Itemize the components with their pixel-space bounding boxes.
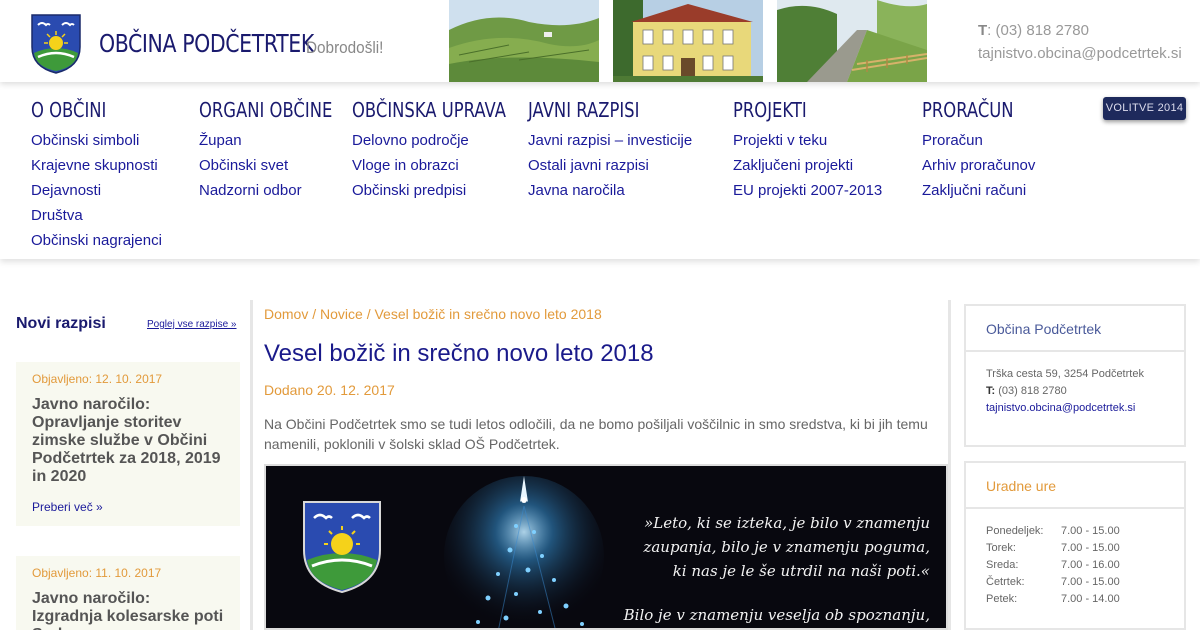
hours-time: 7.00 - 15.00	[1061, 576, 1120, 588]
hours-row: Torek: 7.00 - 15.00	[986, 540, 1164, 557]
menu-link[interactable]: Dejavnosti	[31, 178, 162, 203]
menu-heading[interactable]: ORGANI OBČINE	[199, 98, 332, 122]
menu-link[interactable]: Proračun	[922, 128, 1035, 153]
coat-of-arms-icon	[303, 501, 381, 594]
hours-time: 7.00 - 16.00	[1061, 559, 1120, 571]
office-hours-box: Uradne ure Ponedeljek: 7.00 - 15.00 Torek…	[964, 461, 1186, 630]
menu-heading[interactable]: PROJEKTI	[733, 98, 855, 122]
article-title: Vesel božič in srečno novo leto 2018	[264, 340, 654, 367]
menu-link[interactable]: Občinski nagrajenci	[31, 228, 162, 253]
greeting-quote-line: ki nas je le še utrdil na naši poti.«	[673, 562, 930, 580]
header-photo-cycling-path	[777, 0, 927, 82]
hours-day: Sreda:	[986, 559, 1019, 571]
hours-row: Sreda: 7.00 - 16.00	[986, 557, 1164, 574]
sidebar-title: Novi razpisi	[16, 315, 106, 332]
menu-link[interactable]: Projekti v teku	[733, 128, 882, 153]
view-all-link[interactable]: Poglej vse razpise »	[147, 319, 237, 330]
menu-column-proracun: PRORAČUN Proračun Arhiv proračunov Zaklj…	[922, 98, 1035, 203]
news-date: Objavljeno: 11. 10. 2017	[32, 566, 162, 580]
menu-column-javni-razpisi: JAVNI RAZPISI Javni razpisi – investicij…	[528, 98, 692, 203]
greeting-quote-line: Bilo je v znamenju veselja ob spoznanju,	[623, 606, 930, 624]
menu-link[interactable]: Javni razpisi – investicije	[528, 128, 692, 153]
menu-link[interactable]: Občinski svet	[199, 153, 362, 178]
contact-address: Trška cesta 59, 3254 Podčetrtek	[986, 368, 1144, 380]
header-phone-label: T	[978, 22, 988, 39]
hours-row: Četrtek: 7.00 - 15.00	[986, 574, 1164, 591]
news-card: Objavljeno: 11. 10. 2017 Javno naročilo:…	[16, 556, 240, 630]
volitve-2014-button[interactable]: VOLITVE 2014	[1103, 97, 1186, 120]
menu-column-o-obcini: O OBČINI Občinski simboli Krajevne skupn…	[31, 98, 162, 253]
coat-of-arms-icon[interactable]	[30, 13, 82, 75]
menu-link[interactable]: Društva	[31, 203, 162, 228]
contact-phone-label: T:	[986, 385, 996, 397]
menu-link[interactable]: Krajevne skupnosti	[31, 153, 162, 178]
menu-link[interactable]: Župan	[199, 128, 362, 153]
hours-time: 7.00 - 14.00	[1061, 593, 1120, 605]
read-more-link[interactable]: Preberi več »	[32, 500, 224, 514]
header-photo-building	[613, 0, 763, 82]
office-hours-heading: Uradne ure	[966, 463, 1184, 509]
hours-day: Četrtek:	[986, 576, 1025, 588]
contact-phone: T: (03) 818 2780	[986, 383, 1164, 400]
contact-box-heading: Občina Podčetrtek	[966, 306, 1184, 352]
site-header: OBČINA PODČETRTEK Dobrodošli! T: (03) 81…	[0, 0, 1200, 82]
breadcrumb[interactable]: Domov / Novice / Vesel božič in srečno n…	[264, 306, 602, 322]
hours-day: Torek:	[986, 542, 1016, 554]
contact-phone-number: (03) 818 2780	[995, 385, 1067, 397]
greeting-card-svg: »Leto, ki se izteka, je bilo v znamenju …	[266, 466, 946, 628]
hours-time: 7.00 - 15.00	[1061, 525, 1120, 537]
article-date: Dodano 20. 12. 2017	[264, 382, 395, 398]
hours-day: Ponedeljek:	[986, 525, 1044, 537]
contact-box: Občina Podčetrtek Trška cesta 59, 3254 P…	[964, 304, 1186, 447]
contact-box-body: Trška cesta 59, 3254 Podčetrtek T: (03) …	[966, 352, 1184, 431]
header-phone: T: (03) 818 2780	[978, 22, 1089, 39]
menu-link[interactable]: Občinski predpisi	[352, 178, 540, 203]
menu-column-projekti: PROJEKTI Projekti v teku Zaključeni proj…	[733, 98, 882, 203]
menu-heading[interactable]: JAVNI RAZPISI	[528, 98, 663, 122]
menu-link[interactable]: Nadzorni odbor	[199, 178, 362, 203]
menu-link[interactable]: Arhiv proračunov	[922, 153, 1035, 178]
contact-email-link[interactable]: tajnistvo.obcina@podcetrtek.si	[986, 400, 1164, 417]
menu-link[interactable]: Delovno področje	[352, 128, 540, 153]
news-title[interactable]: Javno naročilo: Izgradnja kolesarske pot…	[32, 590, 224, 630]
article-body: Na Občini Podčetrtek smo se tudi letos o…	[264, 416, 928, 452]
hours-time: 7.00 - 15.00	[1061, 542, 1120, 554]
greeting-quote-line: zaupanja, bilo je v znamenju poguma,	[642, 538, 930, 556]
site-title[interactable]: OBČINA PODČETRTEK	[99, 29, 314, 58]
header-phone-number: : (03) 818 2780	[987, 22, 1089, 39]
menu-link[interactable]: Zaključeni projekti	[733, 153, 882, 178]
christmas-greeting-image: »Leto, ki se izteka, je bilo v znamenju …	[264, 464, 948, 630]
menu-heading[interactable]: OBČINSKA UPRAVA	[352, 98, 506, 122]
menu-link[interactable]: Zaključni računi	[922, 178, 1035, 203]
menu-heading[interactable]: PRORAČUN	[922, 98, 1015, 122]
hours-day: Petek:	[986, 593, 1018, 605]
site-tagline: Dobrodošli!	[306, 38, 384, 57]
menu-link[interactable]: Javna naročila	[528, 178, 692, 203]
header-photo-vineyards	[449, 0, 599, 82]
hours-row: Ponedeljek: 7.00 - 15.00	[986, 523, 1164, 540]
menu-link[interactable]: Občinski simboli	[31, 128, 162, 153]
menu-column-obcinska-uprava: OBČINSKA UPRAVA Delovno področje Vloge i…	[352, 98, 540, 203]
menu-column-organi-obcine: ORGANI OBČINE Župan Občinski svet Nadzor…	[199, 98, 362, 203]
menu-link[interactable]: Vloge in obrazci	[352, 153, 540, 178]
hours-row: Petek: 7.00 - 14.00	[986, 591, 1164, 608]
menu-link[interactable]: Ostali javni razpisi	[528, 153, 692, 178]
news-card: Objavljeno: 12. 10. 2017 Javno naročilo:…	[16, 362, 240, 526]
menu-link[interactable]: EU projekti 2007-2013	[733, 178, 882, 203]
column-divider	[250, 300, 253, 630]
news-title[interactable]: Javno naročilo: Opravljanje storitev zim…	[32, 396, 224, 486]
greeting-quote-line: »Leto, ki se izteka, je bilo v znamenju	[644, 514, 930, 532]
column-divider	[948, 300, 951, 630]
header-email[interactable]: tajnistvo.obcina@podcetrtek.si	[978, 45, 1182, 62]
main-menu: O OBČINI Občinski simboli Krajevne skupn…	[0, 82, 1200, 259]
news-date: Objavljeno: 12. 10. 2017	[32, 372, 163, 386]
menu-heading[interactable]: O OBČINI	[31, 98, 138, 122]
office-hours-body: Ponedeljek: 7.00 - 15.00 Torek: 7.00 - 15.…	[966, 509, 1184, 622]
